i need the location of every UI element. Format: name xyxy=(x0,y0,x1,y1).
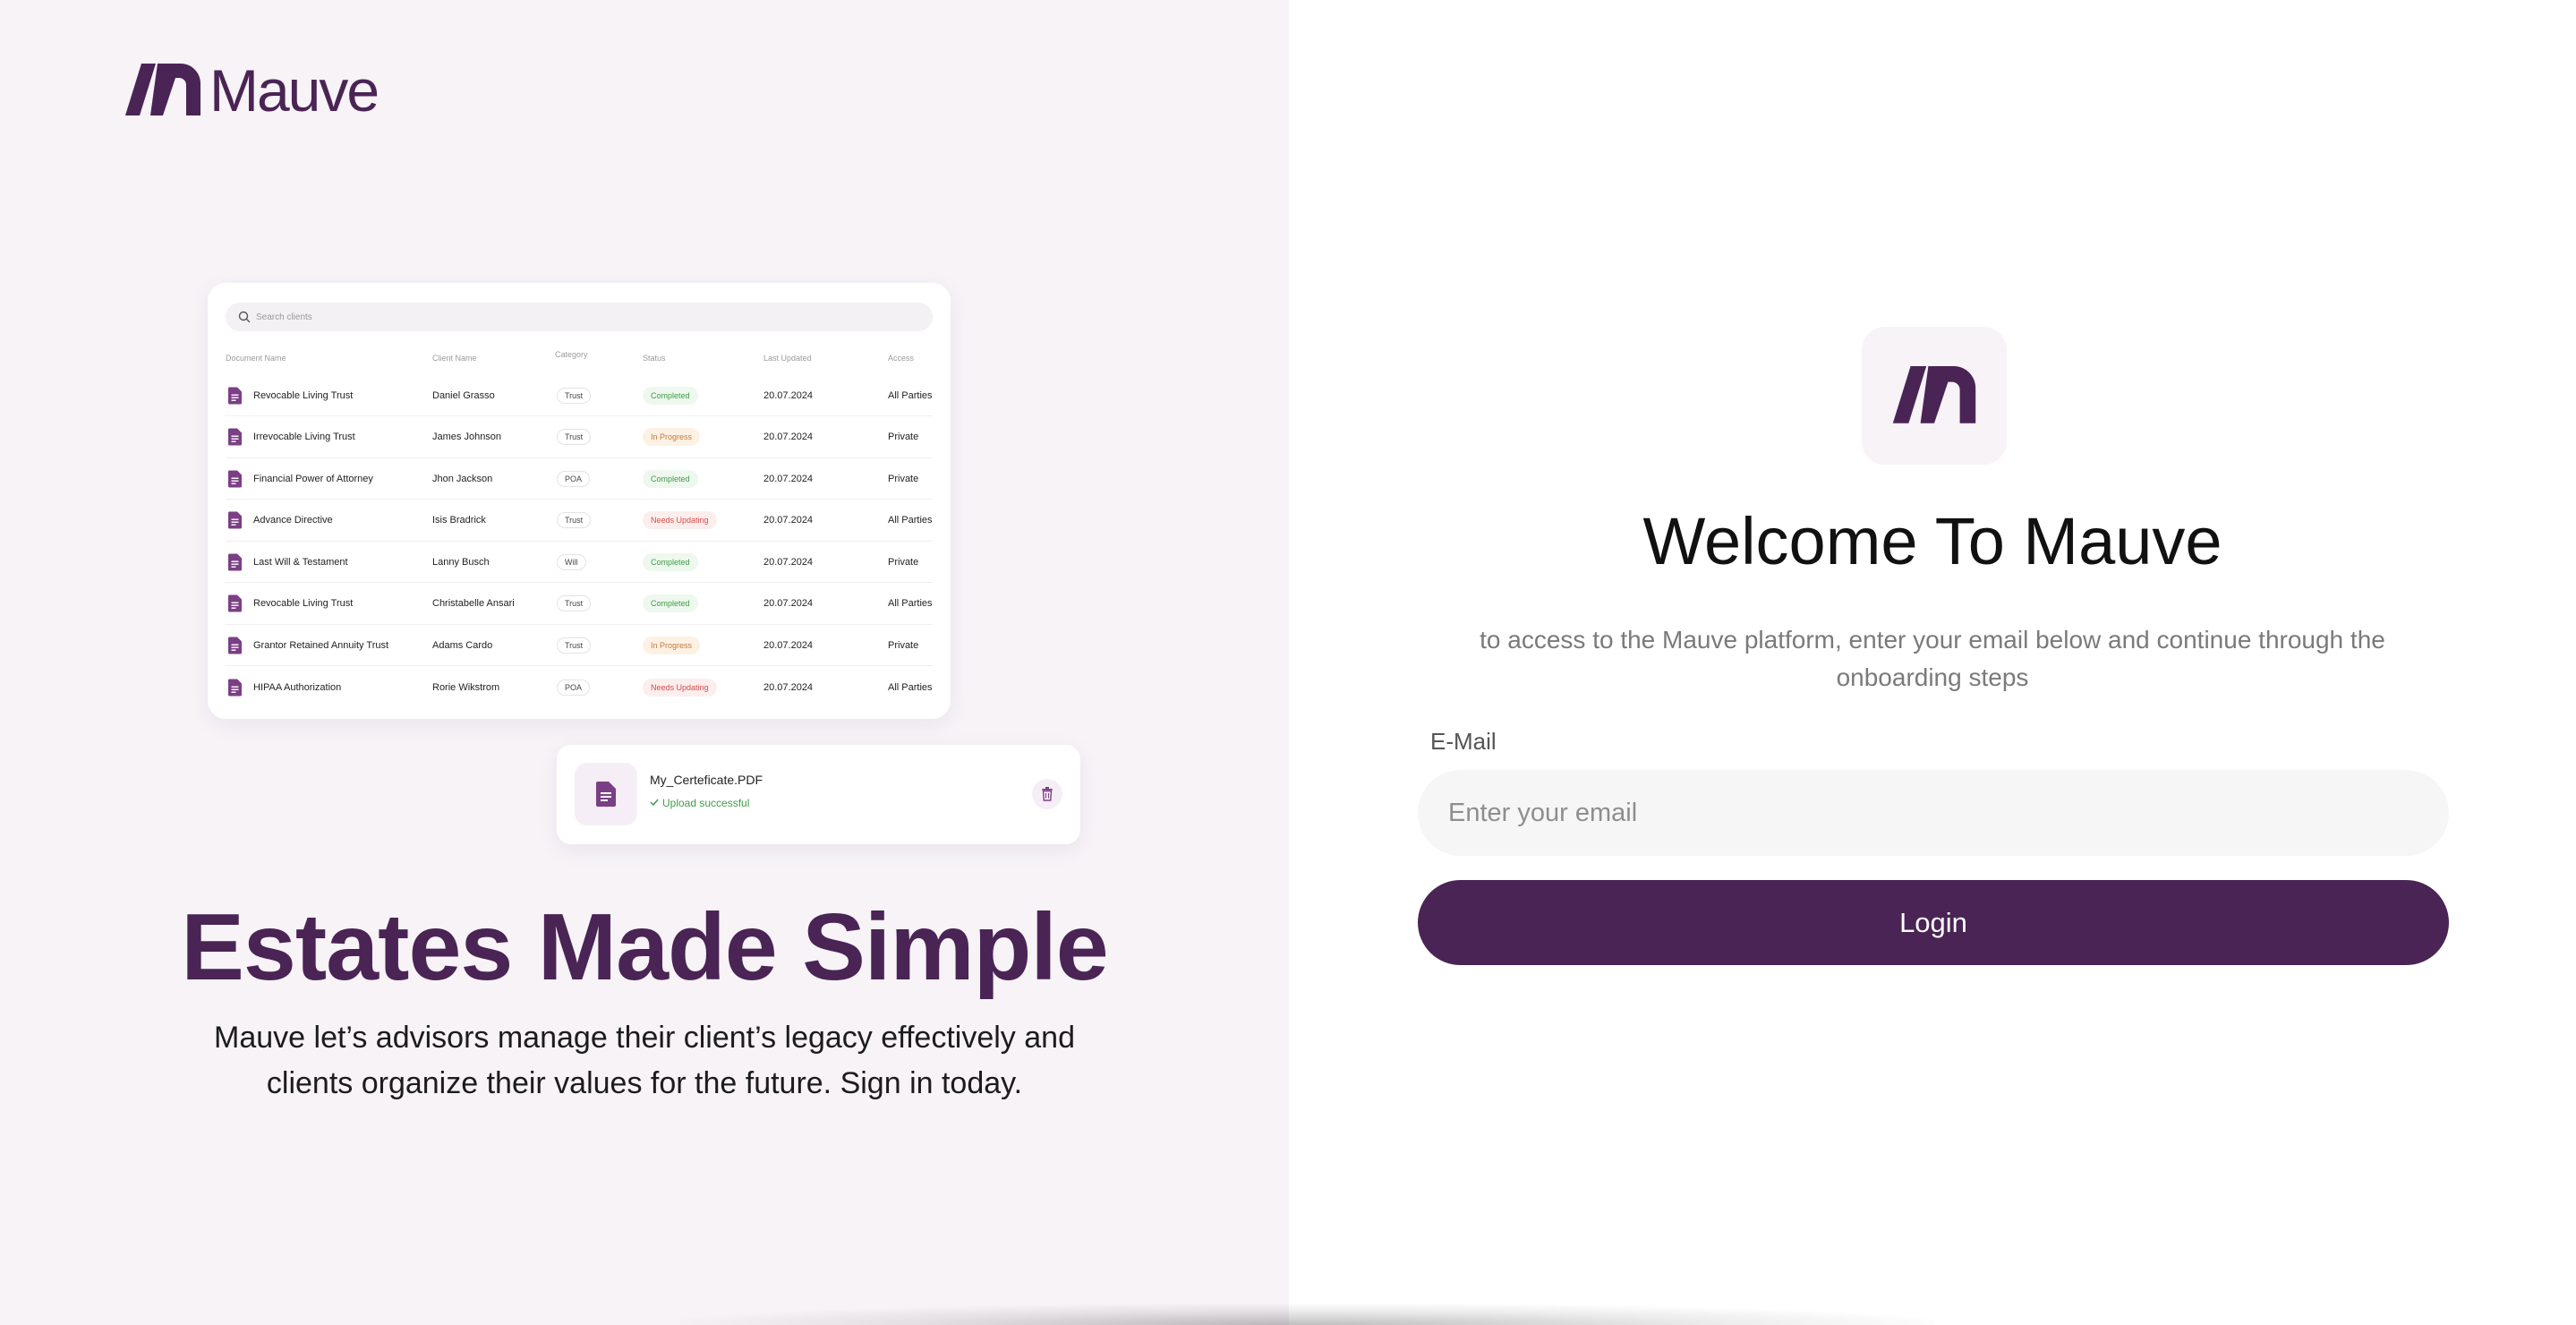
access-level: Private xyxy=(888,639,919,651)
document-name: Irrevocable Living Trust xyxy=(253,432,355,442)
category-badge: Trust xyxy=(557,387,592,404)
hero-subline: Mauve let’s advisors manage their client… xyxy=(214,1021,1075,1100)
table-row[interactable]: Revocable Living Trust Christabelle Ansar… xyxy=(226,584,933,625)
category-badge: Trust xyxy=(557,429,592,445)
document-icon xyxy=(228,511,242,529)
client-name: Rorie Wikstrom xyxy=(432,681,500,693)
document-icon xyxy=(228,637,242,654)
documents-table-card: Search clients Document Name Client Name… xyxy=(208,283,951,719)
status-badge: Completed xyxy=(643,594,698,612)
column-header: Status xyxy=(643,354,666,363)
document-icon xyxy=(228,428,242,446)
mauve-logo-icon xyxy=(1892,366,1976,423)
category-badge: POA xyxy=(557,470,591,487)
upload-filename: My_Certeficate.PDF xyxy=(650,773,763,787)
bottom-shadow xyxy=(680,1304,1933,1325)
table-row[interactable]: Financial Power of Attorney Jhon Jackson P… xyxy=(226,458,933,500)
welcome-title: Welcome To Mauve xyxy=(1642,504,2222,578)
document-name: Revocable Living Trust xyxy=(253,389,354,401)
search-clients-bar[interactable]: Search clients xyxy=(226,303,933,331)
column-header: Document Name xyxy=(226,354,286,363)
status-badge: Completed xyxy=(643,469,698,488)
marketing-panel: Mauve Search clients Document Name Clien… xyxy=(0,0,1289,1325)
client-name: Adams Cardo xyxy=(432,639,493,651)
search-icon xyxy=(238,311,251,323)
brand-logo: Mauve xyxy=(125,57,380,124)
column-header: Last Updated xyxy=(763,354,812,363)
email-field[interactable] xyxy=(1418,770,2449,856)
upload-file-card: My_Certeficate.PDF Upload successful xyxy=(557,745,1080,844)
client-name: Daniel Grasso xyxy=(432,389,495,401)
document-name: Financial Power of Attorney xyxy=(253,473,373,484)
last-updated: 20.07.2024 xyxy=(763,598,814,609)
document-icon xyxy=(228,679,242,696)
hero-headline: Estates Made Simple xyxy=(181,894,1109,1000)
last-updated: 20.07.2024 xyxy=(763,389,814,401)
category-badge: Trust xyxy=(557,512,592,528)
access-level: Private xyxy=(888,473,919,484)
status-badge: Needs Updating xyxy=(643,678,717,697)
table-row[interactable]: Last Will & Testament Lanny Busch Will Comp… xyxy=(226,542,933,583)
access-level: All Parties xyxy=(888,515,933,526)
document-name: Advance Directive xyxy=(253,515,333,526)
client-name: James Johnson xyxy=(432,432,502,442)
last-updated: 20.07.2024 xyxy=(763,556,814,568)
client-name: Lanny Busch xyxy=(432,556,490,568)
last-updated: 20.07.2024 xyxy=(763,639,814,651)
document-name: Grantor Retained Annuity Trust xyxy=(253,639,389,651)
document-icon xyxy=(575,763,637,825)
search-placeholder: Search clients xyxy=(256,312,312,322)
mauve-logo-icon xyxy=(125,64,200,115)
login-panel: Welcome To Mauve to access to the Mauve … xyxy=(1289,0,2576,1325)
document-icon xyxy=(228,470,242,487)
table-row[interactable]: HIPAA Authorization Rorie Wikstrom POA Need… xyxy=(226,667,933,708)
check-icon xyxy=(650,799,659,807)
upload-status: Upload successful xyxy=(650,797,749,809)
status-badge: Completed xyxy=(643,552,698,571)
category-badge: POA xyxy=(557,679,591,696)
client-name: Isis Bradrick xyxy=(432,515,486,526)
status-badge: Completed xyxy=(643,386,698,405)
client-name: Christabelle Ansari xyxy=(432,598,515,609)
category-badge: Trust xyxy=(557,595,592,611)
access-level: Private xyxy=(888,556,919,568)
mauve-logo-badge xyxy=(1862,327,2007,465)
welcome-intro: to access to the Mauve platform, enter y… xyxy=(1480,626,2385,691)
category-badge: Will xyxy=(557,553,586,570)
last-updated: 20.07.2024 xyxy=(763,432,814,442)
table-row[interactable]: Revocable Living Trust Daniel Grasso Trust… xyxy=(226,375,933,416)
column-header: Access xyxy=(888,354,915,363)
delete-file-button[interactable] xyxy=(1032,779,1062,809)
document-icon xyxy=(228,387,242,404)
access-level: All Parties xyxy=(888,389,933,401)
last-updated: 20.07.2024 xyxy=(763,473,814,484)
table-row[interactable]: Advance Directive Isis Bradrick Trust Needs… xyxy=(226,500,933,542)
email-label: E-Mail xyxy=(1430,728,1497,755)
upload-status-text: Upload successful xyxy=(662,797,750,809)
document-icon xyxy=(228,553,242,570)
status-badge: Needs Updating xyxy=(643,511,717,529)
last-updated: 20.07.2024 xyxy=(763,515,814,526)
client-name: Jhon Jackson xyxy=(432,473,493,484)
access-level: Private xyxy=(888,432,919,442)
status-badge: In Progress xyxy=(643,636,701,654)
last-updated: 20.07.2024 xyxy=(763,681,814,693)
login-button[interactable]: Login xyxy=(1418,880,2449,965)
document-name: Last Will & Testament xyxy=(253,556,348,568)
access-level: All Parties xyxy=(888,598,933,609)
document-name: HIPAA Authorization xyxy=(253,681,342,693)
trash-icon xyxy=(1042,787,1053,801)
access-level: All Parties xyxy=(888,681,933,693)
table-row[interactable]: Grantor Retained Annuity Trust Adams Card… xyxy=(226,625,933,666)
brand-name: Mauve xyxy=(209,57,380,124)
status-badge: In Progress xyxy=(643,428,701,446)
category-badge: Trust xyxy=(557,637,592,654)
document-icon xyxy=(228,594,242,612)
column-header: Category xyxy=(555,350,588,359)
document-name: Revocable Living Trust xyxy=(253,598,354,609)
table-row[interactable]: Irrevocable Living Trust James Johnson Tru… xyxy=(226,417,933,458)
table-header: Document Name Client Name Category Statu… xyxy=(208,350,951,366)
column-header: Client Name xyxy=(432,354,477,363)
